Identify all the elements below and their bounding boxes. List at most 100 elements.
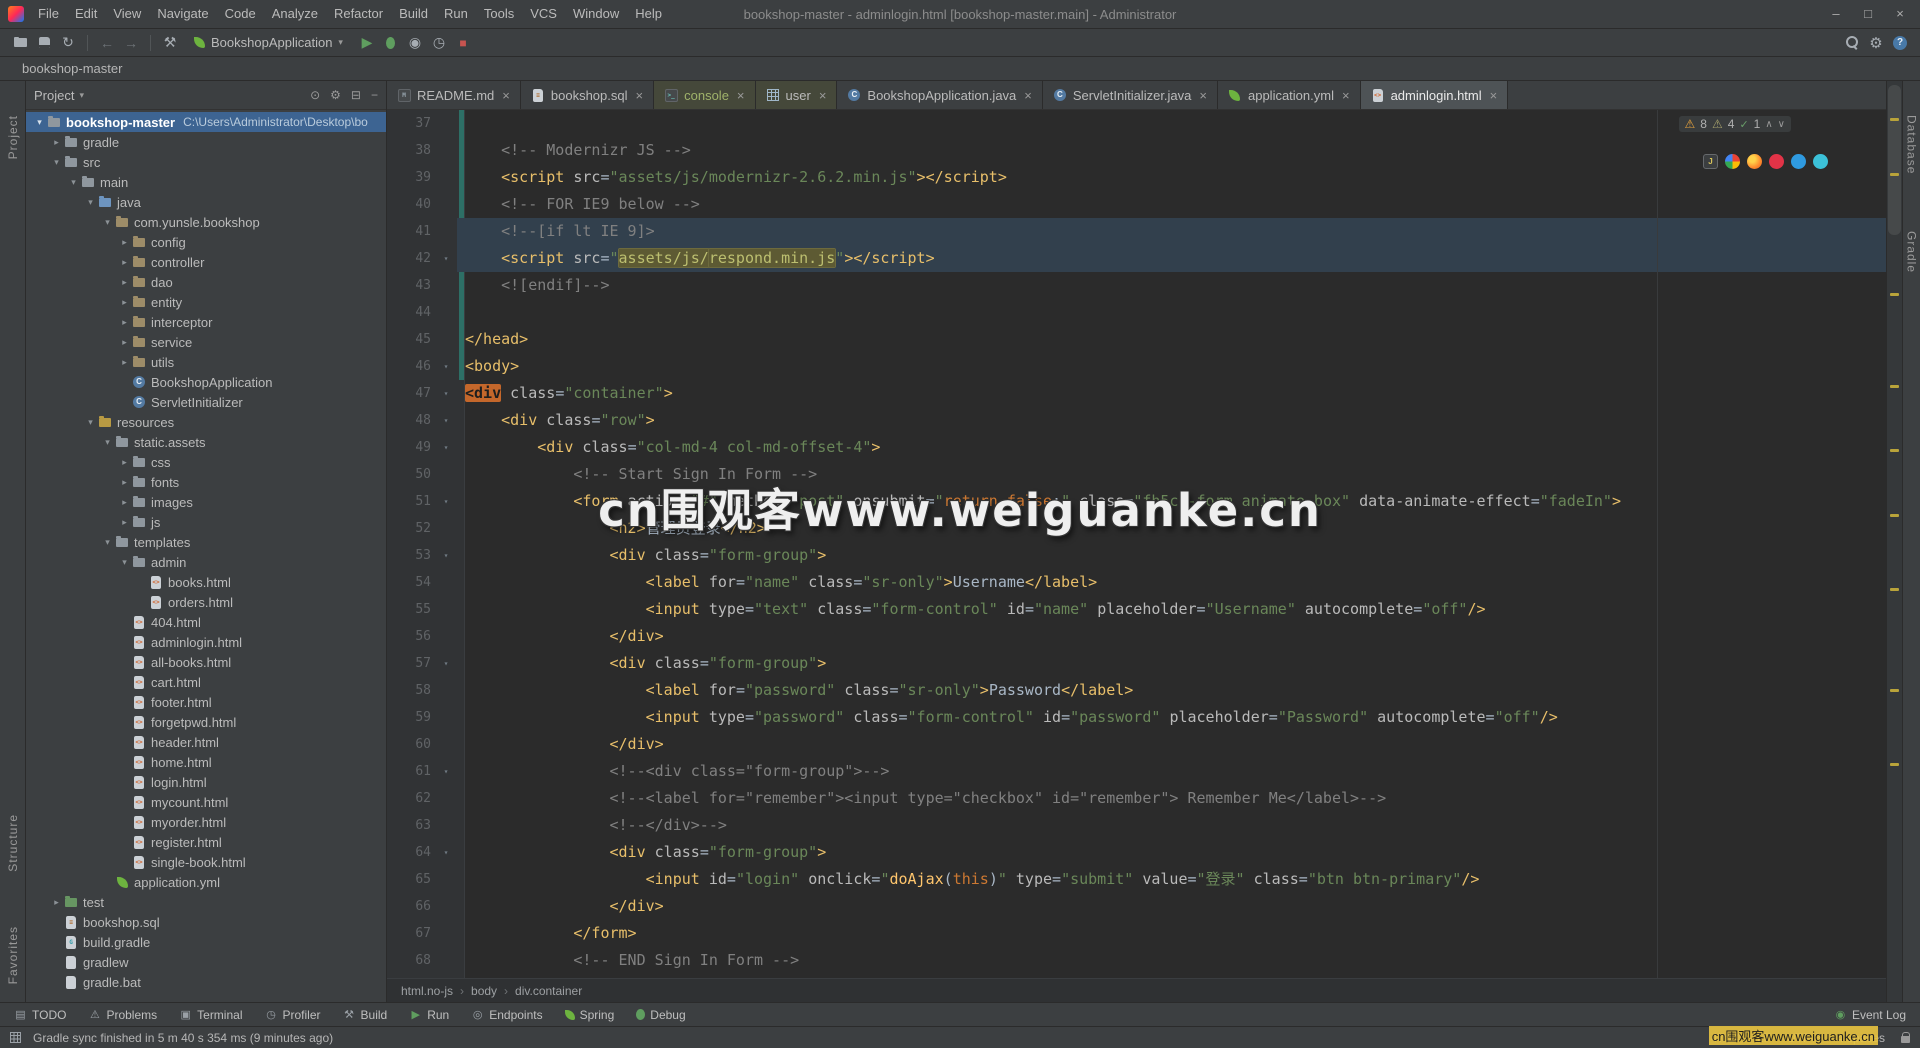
tree-item-home-html[interactable]: home.html [26,752,386,772]
help-icon[interactable] [1888,32,1912,54]
code-line-62[interactable]: 62 <!--<label for="remember"><input type… [387,785,1886,812]
caret-position[interactable]: 47:24 [1711,1031,1741,1045]
menu-code[interactable]: Code [217,0,264,28]
menu-analyze[interactable]: Analyze [264,0,326,28]
close-icon[interactable]: × [502,88,510,103]
tree-item-src[interactable]: ▾ src [26,152,386,172]
tree-item-orders-html[interactable]: orders.html [26,592,386,612]
chevron-expanded-icon[interactable]: ▾ [83,197,98,208]
encoding[interactable]: UTF-8 [1787,1031,1821,1045]
debug-icon[interactable] [379,32,403,54]
menu-run[interactable]: Run [436,0,476,28]
tree-item-fonts[interactable]: ▸ fonts [26,472,386,492]
fold-marker[interactable]: ▾ [435,758,457,785]
toolwindow-button-problems[interactable]: Problems [88,1008,157,1022]
tree-item-utils[interactable]: ▸ utils [26,352,386,372]
coverage-icon[interactable] [403,32,427,54]
code-line-47[interactable]: 47 ▾ <div class="container"> [387,380,1886,407]
tree-item-register-html[interactable]: register.html [26,832,386,852]
run-configuration-select[interactable]: BookshopApplication ▾ [186,33,351,52]
gear-icon[interactable]: ⚙ [330,88,341,102]
forward-icon[interactable] [119,32,143,54]
toolwindow-button-build[interactable]: Build [343,1008,388,1022]
menu-file[interactable]: File [30,0,67,28]
code-line-67[interactable]: 67 </form> [387,920,1886,947]
tree-item-interceptor[interactable]: ▸ interceptor [26,312,386,332]
project-toolwindow-header[interactable]: Project ▾ ⊙ ⚙ ⊟ − [26,81,386,110]
fold-marker[interactable]: ▾ [435,434,457,461]
menu-tools[interactable]: Tools [476,0,522,28]
code-line-52[interactable]: 52 <h2>管理员登录</h2> [387,515,1886,542]
breadcrumb[interactable]: bookshop-master [22,61,122,76]
tree-item-images[interactable]: ▸ images [26,492,386,512]
chevron-collapsed-icon[interactable]: ▸ [117,337,132,348]
chevron-collapsed-icon[interactable]: ▸ [117,517,132,528]
save-icon[interactable] [32,32,56,54]
inspections-widget[interactable]: ⚠ 8 ⚠ 4 ✓ 1 ∧ ∨ [1678,116,1791,132]
chevron-down-icon[interactable]: ∨ [1778,119,1785,130]
toolwindow-button-todo[interactable]: TODO [14,1008,66,1022]
tree-item-myorder-html[interactable]: myorder.html [26,812,386,832]
chevron-expanded-icon[interactable]: ▾ [117,557,132,568]
tree-item-forgetpwd-html[interactable]: forgetpwd.html [26,712,386,732]
tab-servletinitializer-java[interactable]: ServletInitializer.java × [1043,81,1218,109]
stop-icon[interactable] [451,32,475,54]
chevron-collapsed-icon[interactable]: ▸ [117,357,132,368]
tree-item-resources[interactable]: ▾ resources [26,412,386,432]
open-icon[interactable] [8,32,32,54]
chevron-down-icon[interactable]: ▾ [79,90,84,101]
code-line-50[interactable]: 50 <!-- Start Sign In Form --> [387,461,1886,488]
chevron-expanded-icon[interactable]: ▾ [66,177,81,188]
chevron-expanded-icon[interactable]: ▾ [32,117,47,128]
fold-marker[interactable]: ▾ [435,245,457,272]
scrollbar-thumb[interactable] [1888,85,1901,235]
tree-item-gradlew[interactable]: gradlew [26,952,386,972]
code-line-68[interactable]: 68 <!-- END Sign In Form --> [387,947,1886,974]
collapse-all-icon[interactable]: ⊟ [351,88,361,102]
locate-icon[interactable]: ⊙ [310,88,320,102]
code-line-45[interactable]: 45 </head> [387,326,1886,353]
toolwindow-button-event-log[interactable]: Event Log [1834,1008,1906,1022]
tree-item-js[interactable]: ▸ js [26,512,386,532]
sync-icon[interactable] [56,32,80,54]
code-line-58[interactable]: 58 <label for="password" class="sr-only"… [387,677,1886,704]
tree-item-cart-html[interactable]: cart.html [26,672,386,692]
search-icon[interactable] [1840,32,1864,54]
menu-help[interactable]: Help [627,0,670,28]
code-line-55[interactable]: 55 <input type="text" class="form-contro… [387,596,1886,623]
close-icon[interactable]: × [1024,88,1032,103]
stripe-item-favorites[interactable]: Favorites [6,926,20,984]
chevron-collapsed-icon[interactable]: ▸ [49,897,64,908]
close-icon[interactable]: × [1342,88,1350,103]
menu-refactor[interactable]: Refactor [326,0,391,28]
code-line-43[interactable]: 43 <![endif]--> [387,272,1886,299]
toolwindow-switcher-icon[interactable] [10,1032,21,1043]
ide-browser-icon[interactable] [1703,154,1718,169]
code-line-44[interactable]: 44 [387,299,1886,326]
run-icon[interactable] [355,32,379,54]
chevron-collapsed-icon[interactable]: ▸ [49,137,64,148]
code-line-37[interactable]: 37 [387,110,1886,137]
tab-readme-md[interactable]: README.md × [387,81,521,109]
tree-item-bookshop-master[interactable]: ▾ bookshop-master C:\Users\Administrator\D… [26,112,386,132]
code-line-41[interactable]: 41 <!--[if lt IE 9]> [387,218,1886,245]
tab-console[interactable]: console × [654,81,756,109]
tree-item-static-assets[interactable]: ▾ static.assets [26,432,386,452]
stripe-item-structure[interactable]: Structure [6,814,20,872]
lock-icon[interactable] [1901,1031,1910,1043]
back-icon[interactable] [95,32,119,54]
code-line-51[interactable]: 51 ▾ <form action="#" method="post" onsub… [387,488,1886,515]
tree-item-servletinitializer[interactable]: ServletInitializer [26,392,386,412]
breadcrumb-html-no-js[interactable]: html.no-js [401,984,453,998]
fold-marker[interactable]: ▾ [435,542,457,569]
chevron-expanded-icon[interactable]: ▾ [100,437,115,448]
tree-item-test[interactable]: ▸ test [26,892,386,912]
minimize-button[interactable]: – [1822,0,1850,28]
tree-item-gradle-bat[interactable]: gradle.bat [26,972,386,992]
chevron-expanded-icon[interactable]: ▾ [49,157,64,168]
breadcrumb-body[interactable]: body [471,984,497,998]
tree-item-main[interactable]: ▾ main [26,172,386,192]
menu-vcs[interactable]: VCS [522,0,565,28]
tree-item-build-gradle[interactable]: build.gradle [26,932,386,952]
hide-icon[interactable]: − [371,88,378,102]
